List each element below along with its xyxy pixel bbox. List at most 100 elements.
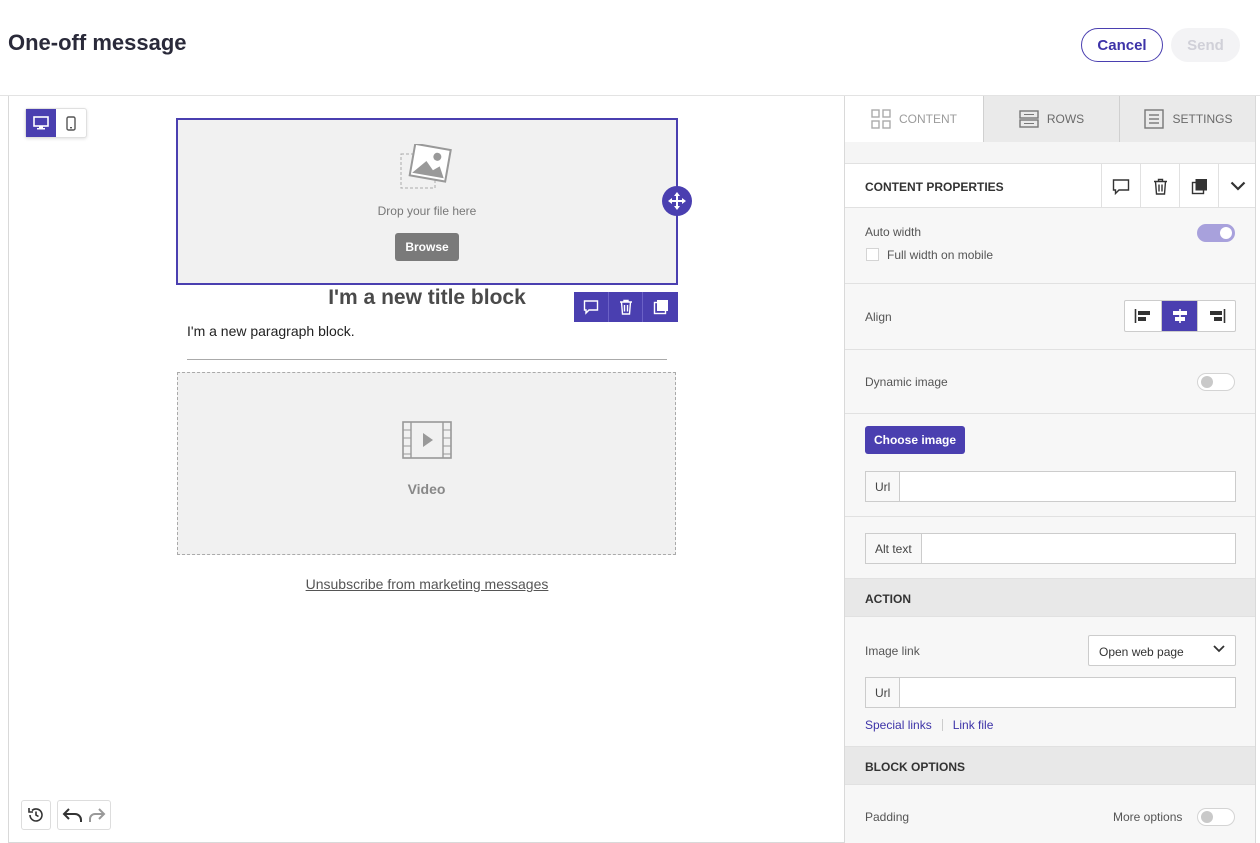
image-link-section: Image link Open web page Url Special lin… [845, 617, 1255, 747]
unsubscribe-link[interactable]: Unsubscribe from marketing messages [176, 576, 678, 592]
align-center-icon [1172, 309, 1187, 323]
browse-button[interactable]: Browse [395, 233, 459, 261]
duplicate-icon [1191, 178, 1207, 194]
choose-image-button[interactable]: Choose image [865, 426, 965, 454]
content-properties-title: CONTENT PROPERTIES [865, 180, 1004, 194]
duplicate-button[interactable] [643, 292, 678, 322]
auto-width-label: Auto width [865, 225, 922, 239]
link-url-label: Url [866, 678, 901, 707]
properties-panel: CONTENT ROWS SETTINGS CONTENT PROPERTIES [844, 96, 1256, 843]
top-bar: One-off message Cancel Send [0, 0, 1260, 96]
comment-icon [1112, 178, 1130, 195]
dynamic-image-toggle[interactable] [1197, 373, 1235, 391]
undo-redo-group [57, 800, 111, 830]
paragraph-block[interactable]: I'm a new paragraph block. [187, 323, 355, 339]
undo-icon[interactable] [62, 807, 84, 823]
image-source-section: Choose image Url [845, 414, 1255, 517]
tab-content-label: CONTENT [899, 112, 957, 126]
duplicate-icon [653, 300, 668, 315]
align-label: Align [865, 310, 892, 324]
mobile-icon [66, 115, 76, 131]
auto-width-section: Auto width Full width on mobile [845, 208, 1255, 284]
video-label: Video [407, 481, 446, 497]
editor-canvas: Drop your file here Browse I'm a new tit… [8, 96, 844, 843]
comment-button[interactable] [1101, 164, 1140, 208]
image-url-input[interactable] [900, 472, 1235, 501]
move-handle[interactable] [662, 186, 692, 216]
history-button[interactable] [21, 800, 51, 830]
link-options: Special links Link file [865, 718, 993, 732]
video-icon [402, 421, 452, 459]
comment-icon [583, 300, 599, 315]
history-controls [21, 800, 111, 830]
drop-file-text: Drop your file here [377, 204, 477, 218]
image-placeholder-icon [400, 144, 452, 189]
dynamic-image-section: Dynamic image [845, 350, 1255, 414]
trash-icon [1153, 178, 1167, 195]
action-heading-band: ACTION [845, 579, 1255, 617]
align-left-button[interactable] [1125, 301, 1162, 331]
comment-button[interactable] [574, 292, 609, 322]
link-url-input[interactable] [900, 678, 1235, 707]
align-left-icon [1134, 309, 1150, 323]
padding-section: Padding More options [845, 785, 1255, 843]
redo-icon[interactable] [88, 807, 106, 823]
duplicate-button[interactable] [1179, 164, 1218, 208]
image-link-select[interactable]: Open web page [1088, 635, 1236, 666]
image-block[interactable]: Drop your file here Browse [176, 118, 678, 285]
cancel-button[interactable]: Cancel [1081, 28, 1163, 62]
action-heading: ACTION [865, 592, 911, 606]
tab-rows-label: ROWS [1046, 112, 1085, 126]
alt-text-field: Alt text [865, 533, 1236, 564]
collapse-button[interactable] [1218, 164, 1255, 208]
align-buttons [1124, 300, 1236, 332]
mobile-view-button[interactable] [56, 109, 86, 137]
link-url-field: Url [865, 677, 1236, 708]
tab-settings-label: SETTINGS [1172, 112, 1233, 126]
delete-button[interactable] [609, 292, 644, 322]
alt-text-label: Alt text [866, 534, 922, 563]
alt-text-input[interactable] [921, 534, 1235, 563]
panel-tabs: CONTENT ROWS SETTINGS [845, 96, 1255, 142]
desktop-icon [33, 116, 49, 130]
full-width-mobile-checkbox[interactable] [866, 248, 879, 261]
block-options-heading-band: BLOCK OPTIONS [845, 747, 1255, 785]
tab-content[interactable]: CONTENT [845, 96, 983, 142]
divider-block[interactable] [187, 359, 667, 360]
page-title: One-off message [8, 30, 187, 55]
send-button[interactable]: Send [1171, 28, 1240, 62]
more-options-label: More options [1113, 810, 1183, 824]
image-url-label: Url [866, 472, 901, 501]
delete-button[interactable] [1140, 164, 1179, 208]
padding-label: Padding [865, 810, 910, 824]
align-right-icon [1209, 309, 1225, 323]
align-section: Align [845, 284, 1255, 350]
auto-width-toggle[interactable] [1197, 224, 1235, 242]
tab-rows[interactable]: ROWS [983, 96, 1119, 142]
image-url-field: Url [865, 471, 1236, 502]
move-icon [668, 192, 686, 210]
chevron-down-icon [1213, 645, 1225, 653]
more-options-toggle[interactable] [1197, 808, 1235, 826]
content-properties-actions [1101, 164, 1255, 208]
link-file-link[interactable]: Link file [953, 718, 994, 732]
special-links-link[interactable]: Special links [865, 718, 932, 732]
chevron-down-icon [1230, 181, 1246, 191]
align-right-button[interactable] [1198, 301, 1235, 331]
desktop-view-button[interactable] [26, 109, 56, 137]
block-toolbar [574, 292, 678, 322]
tab-settings[interactable]: SETTINGS [1119, 96, 1255, 142]
tab-spacer [845, 142, 1255, 164]
block-options-heading: BLOCK OPTIONS [865, 760, 966, 774]
settings-icon [1144, 109, 1165, 129]
alt-text-section: Alt text [845, 517, 1255, 579]
dynamic-image-label: Dynamic image [865, 375, 948, 389]
grid-icon [871, 109, 891, 129]
rows-icon [1019, 110, 1039, 128]
full-width-mobile-label: Full width on mobile [887, 248, 994, 262]
content-properties-header: CONTENT PROPERTIES [845, 164, 1255, 208]
align-center-button[interactable] [1161, 301, 1199, 331]
history-icon [28, 808, 43, 822]
image-link-label: Image link [865, 644, 920, 658]
video-block[interactable]: Video [177, 372, 676, 555]
